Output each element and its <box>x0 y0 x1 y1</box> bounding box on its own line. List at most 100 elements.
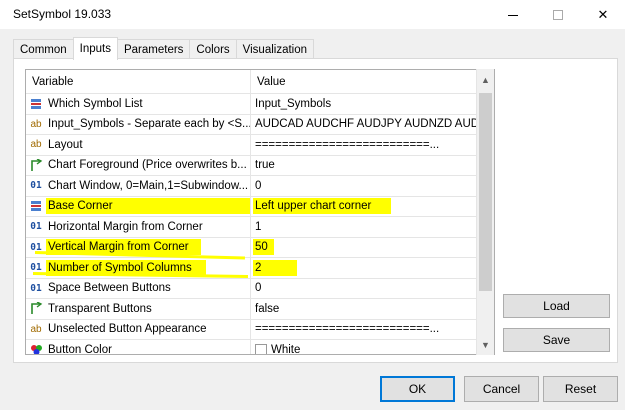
value-text: 2 <box>253 259 298 276</box>
variable-cell: Base Corner <box>26 196 251 216</box>
value-cell[interactable]: 1 <box>251 217 478 237</box>
tab-common[interactable]: Common <box>13 39 74 60</box>
title-bar: SetSymbol 19.033 ✕ <box>0 0 625 29</box>
value-cell[interactable]: AUDCAD AUDCHF AUDJPY AUDNZD AUD... <box>251 115 478 135</box>
integer-icon: 01 <box>30 221 42 233</box>
tab-visualization[interactable]: Visualization <box>235 39 315 60</box>
grid-row[interactable]: Base Corner Left upper chart corner <box>26 196 478 217</box>
variable-name: Input_Symbols - Separate each by <S... <box>48 118 251 131</box>
variable-cell: Button Color <box>26 340 251 355</box>
cancel-button[interactable]: Cancel <box>464 376 539 402</box>
value-text: ==========================... <box>255 138 440 151</box>
color-icon <box>28 343 44 354</box>
scroll-thumb[interactable] <box>479 93 492 291</box>
window-title: SetSymbol 19.033 <box>13 7 112 21</box>
string-icon: ab <box>30 323 42 335</box>
variable-cell: ab Layout <box>26 135 251 155</box>
variable-name: Which Symbol List <box>48 97 143 110</box>
value-text: AUDCAD AUDCHF AUDJPY AUDNZD AUD... <box>255 118 478 131</box>
grid-row[interactable]: 01 Horizontal Margin from Corner 1 <box>26 217 478 238</box>
inputs-grid: Variable Value Which Symbol List Input_S… <box>25 69 495 355</box>
grid-row[interactable]: Chart Foreground (Price overwrites b... … <box>26 155 478 176</box>
scroll-up-icon[interactable]: ▲ <box>477 71 494 88</box>
grid-row[interactable]: Which Symbol List Input_Symbols <box>26 94 478 115</box>
value-text: White <box>271 343 301 355</box>
value-text: false <box>255 302 280 315</box>
tab-parameters[interactable]: Parameters <box>116 39 191 60</box>
save-button[interactable]: Save <box>503 328 610 352</box>
variable-name: Chart Window, 0=Main,1=Subwindow... <box>48 179 249 192</box>
variable-name: Chart Foreground (Price overwrites b... <box>48 159 247 172</box>
variable-cell: 01 Horizontal Margin from Corner <box>26 217 251 237</box>
value-cell[interactable]: 0 <box>251 279 478 299</box>
variable-name: Transparent Buttons <box>48 302 152 315</box>
color-swatch <box>255 343 267 354</box>
grid-row[interactable]: 01 Chart Window, 0=Main,1=Subwindow... 0 <box>26 176 478 197</box>
variable-cell: 01 Chart Window, 0=Main,1=Subwindow... <box>26 176 251 196</box>
bool-icon <box>28 158 44 172</box>
variable-name: Layout <box>48 138 83 151</box>
tab-bar: Common Inputs Parameters Colors Visualiz… <box>13 37 315 60</box>
tab-label: Colors <box>196 44 230 56</box>
header-value[interactable]: Value <box>251 70 478 94</box>
variable-name: Horizontal Margin from Corner <box>48 220 203 233</box>
value-cell[interactable]: ==========================... <box>251 320 478 340</box>
value-text: Left upper chart corner <box>253 198 392 215</box>
tab-label: Inputs <box>79 43 111 55</box>
value-cell[interactable]: false <box>251 299 478 319</box>
grid-row[interactable]: ab Layout ==========================... <box>26 135 478 156</box>
value-cell[interactable]: 50 <box>251 238 478 258</box>
value-text: 0 <box>255 282 262 295</box>
tab-colors[interactable]: Colors <box>189 39 237 60</box>
string-icon: ab <box>30 118 42 130</box>
tab-label: Parameters <box>123 44 184 56</box>
value-cell[interactable]: true <box>251 156 478 176</box>
variable-name: Base Corner <box>46 198 250 215</box>
variable-cell: Which Symbol List <box>26 94 251 114</box>
value-text: ==========================... <box>255 323 440 336</box>
variable-cell: Transparent Buttons <box>26 299 251 319</box>
close-icon: ✕ <box>597 6 609 22</box>
value-text: 50 <box>253 239 274 256</box>
value-cell[interactable]: ==========================... <box>251 135 478 155</box>
value-cell[interactable]: 2 <box>251 258 478 278</box>
value-cell[interactable]: Input_Symbols <box>251 94 478 114</box>
value-cell[interactable]: Left upper chart corner <box>251 197 478 217</box>
grid-header: Variable Value <box>26 70 478 94</box>
grid-row[interactable]: 01 Space Between Buttons 0 <box>26 278 478 299</box>
value-cell[interactable]: White <box>251 340 478 355</box>
variable-name: Unselected Button Appearance <box>48 323 207 336</box>
value-cell[interactable]: 0 <box>251 176 478 196</box>
grid-rows: Which Symbol List Input_Symbols ab Input… <box>26 94 478 355</box>
variable-name: Button Color <box>48 343 112 355</box>
vertical-scrollbar[interactable]: ▲ ▼ <box>476 69 494 355</box>
tab-label: Common <box>20 44 67 56</box>
variable-name: Space Between Buttons <box>48 282 171 295</box>
reset-button[interactable]: Reset <box>543 376 618 402</box>
ok-button[interactable]: OK <box>380 376 455 402</box>
value-text: true <box>255 159 275 172</box>
grid-row[interactable]: Transparent Buttons false <box>26 299 478 320</box>
header-variable[interactable]: Variable <box>26 70 251 94</box>
integer-icon: 01 <box>30 282 42 294</box>
scroll-down-icon[interactable]: ▼ <box>477 336 494 353</box>
tab-inputs[interactable]: Inputs <box>72 37 118 60</box>
close-button[interactable]: ✕ <box>580 0 625 29</box>
minimize-button[interactable] <box>490 0 536 29</box>
tab-label: Visualization <box>242 44 308 56</box>
grid-row[interactable]: ab Input_Symbols - Separate each by <S..… <box>26 114 478 135</box>
variable-cell: ab Input_Symbols - Separate each by <S..… <box>26 114 251 134</box>
bool-icon <box>28 302 44 316</box>
variable-cell: Chart Foreground (Price overwrites b... <box>26 155 251 175</box>
variable-cell: ab Unselected Button Appearance <box>26 319 251 339</box>
grid-row[interactable]: Button Color White <box>26 340 478 355</box>
minimize-icon <box>508 15 518 16</box>
load-button[interactable]: Load <box>503 294 610 318</box>
list-icon <box>28 97 44 111</box>
string-icon: ab <box>30 139 42 151</box>
value-text: 1 <box>255 220 262 233</box>
value-text: Input_Symbols <box>255 97 332 110</box>
grid-row[interactable]: ab Unselected Button Appearance ========… <box>26 319 478 340</box>
maximize-icon <box>553 9 563 20</box>
variable-cell: 01 Space Between Buttons <box>26 278 251 298</box>
